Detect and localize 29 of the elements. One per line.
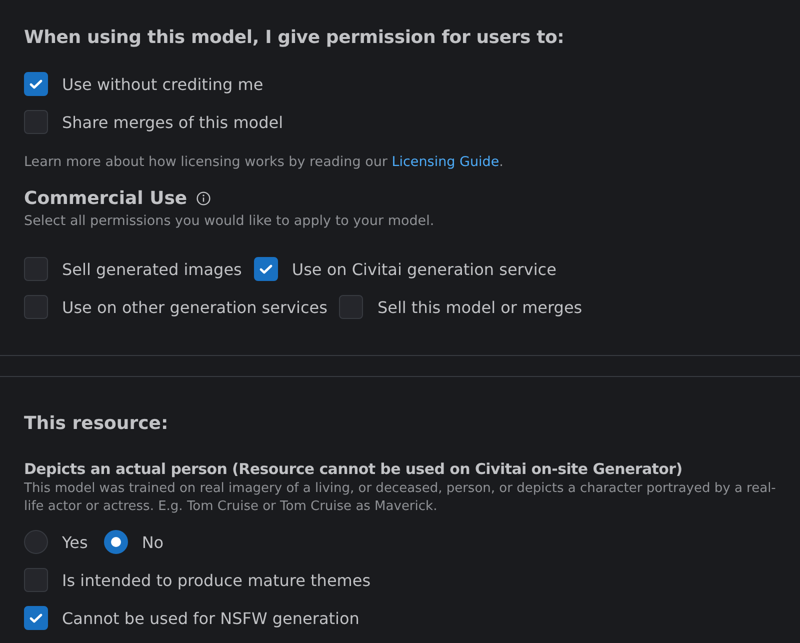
section-heading: Commercial Use [24,188,188,209]
checkbox[interactable] [24,568,48,592]
checkbox-label: Sell this model or merges [377,298,582,316]
checkbox-label: Use on Civitai generation service [292,260,556,278]
radio-button[interactable] [24,530,48,554]
info-icon[interactable] [196,191,212,206]
checkbox[interactable] [339,295,364,319]
section-heading: This resource: [24,413,170,434]
section-heading: When using this model, I give permission for users to: [24,27,566,48]
checkbox-label: Is intended to produce mature themes [62,570,371,590]
question-title: Depicts an actual person (Resource cannot be used on Civitai on-site Generator) [24,460,684,478]
checkbox-label: Use on other generation services [62,298,328,316]
checkbox[interactable] [24,295,48,319]
checkbox[interactable] [24,72,48,96]
radio-button[interactable] [104,530,128,554]
checkbox[interactable] [24,606,48,630]
section-subtitle: Select all permissions you would like to apply to your model. [24,213,436,229]
checkbox-label: Share merges of this model [62,112,284,132]
checkbox[interactable] [24,257,48,281]
question-description: This model was trained on real imagery of a living, or deceased, person, or depicts a character portrayed by a real-life actor or actress. E.g. Tom Cruise or Tom Cruise as Maverick. [24,480,777,516]
radio-label: No [142,532,164,552]
checkbox-label: Sell generated images [62,260,242,278]
help-text: Learn more about how licensing works by reading our Licensing Guide. [24,154,504,170]
checkbox[interactable] [24,110,48,134]
radio-label: Yes [62,532,88,552]
licensing-guide-link[interactable]: Licensing Guide [392,154,500,170]
checkbox-label: Use without crediting me [62,74,264,94]
checkbox[interactable] [254,257,278,281]
checkbox-label: Cannot be used for NSFW generation [62,608,360,628]
